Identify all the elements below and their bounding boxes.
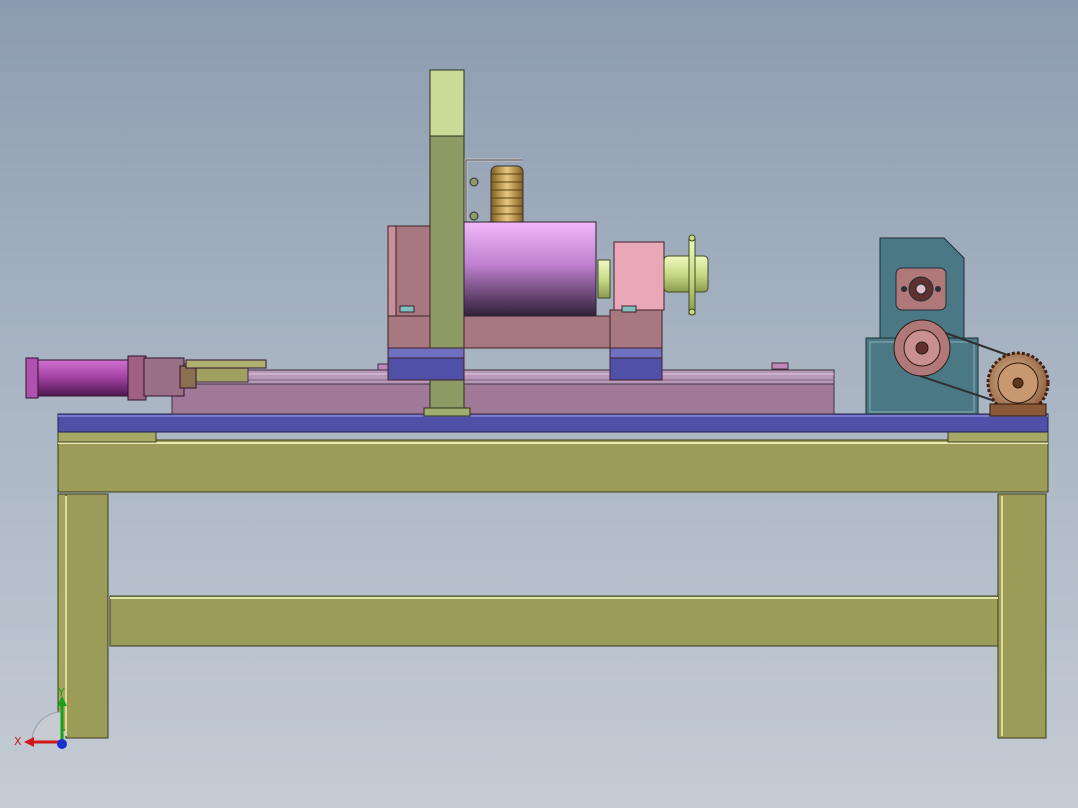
y-axis-label: Y bbox=[57, 686, 65, 699]
z-axis-dot bbox=[57, 739, 67, 749]
right-front-leg bbox=[997, 493, 1047, 739]
spindle-cylinder bbox=[463, 221, 597, 317]
handle-pin bbox=[688, 237, 696, 315]
bottom-crossbar bbox=[109, 595, 999, 647]
slide-bed bbox=[171, 362, 835, 415]
cad-viewport[interactable]: X Y bbox=[0, 0, 1078, 808]
coordinate-triad: X Y bbox=[14, 686, 67, 749]
left-front-leg bbox=[65, 493, 109, 739]
machine-assembly-drawing[interactable]: X Y bbox=[0, 0, 1078, 808]
x-axis-label: X bbox=[14, 735, 22, 748]
linear-rail bbox=[181, 369, 835, 385]
top-beam bbox=[57, 439, 1049, 493]
table-frame bbox=[57, 429, 1049, 739]
